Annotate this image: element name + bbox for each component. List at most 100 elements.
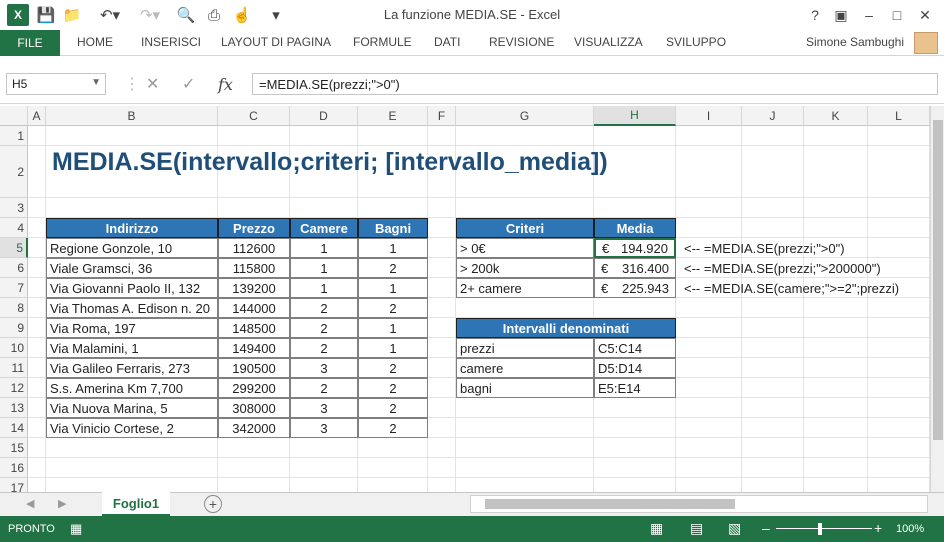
macro-record-icon[interactable]: ▦ [70, 521, 82, 537]
table-cell[interactable]: Via Vinicio Cortese, 2 [46, 418, 218, 438]
row-header-15[interactable]: 15 [0, 438, 28, 458]
column-header-a[interactable]: A [28, 106, 46, 126]
cancel-icon[interactable]: ✕ [146, 73, 159, 95]
row-header-6[interactable]: 6 [0, 258, 28, 278]
h-scroll-thumb[interactable] [485, 499, 735, 509]
tab-visualizza[interactable]: VISUALIZZA [574, 35, 643, 49]
table-cell[interactable]: Via Nuova Marina, 5 [46, 398, 218, 418]
table-cell[interactable]: 190500 [218, 358, 290, 378]
row-header-7[interactable]: 7 [0, 278, 28, 298]
table-cell[interactable]: 112600 [218, 238, 290, 258]
column-header-g[interactable]: G [456, 106, 594, 126]
table-header-cell[interactable]: Camere [290, 218, 358, 238]
table-cell[interactable]: 2 [290, 318, 358, 338]
user-name[interactable]: Simone Sambughi [806, 35, 904, 49]
row-header-4[interactable]: 4 [0, 218, 28, 238]
criteria-value-cell[interactable]: €225.943 [594, 278, 676, 298]
page-break-view-icon[interactable]: ▧ [728, 520, 741, 537]
row-header-17[interactable]: 17 [0, 478, 28, 492]
scroll-thumb[interactable] [933, 120, 943, 440]
row-header-10[interactable]: 10 [0, 338, 28, 358]
table-cell[interactable]: 308000 [218, 398, 290, 418]
table-cell[interactable]: Via Roma, 197 [46, 318, 218, 338]
page-layout-view-icon[interactable]: ▤ [690, 520, 703, 537]
sheet-tab-foglio1[interactable]: Foglio1 [102, 492, 170, 516]
table-cell[interactable]: 144000 [218, 298, 290, 318]
table-cell[interactable]: Regione Gonzole, 10 [46, 238, 218, 258]
add-sheet-icon[interactable]: + [204, 495, 222, 513]
row-header-5[interactable]: 5 [0, 238, 28, 258]
vertical-scrollbar[interactable] [930, 106, 944, 492]
maximize-icon[interactable]: □ [886, 5, 908, 25]
chevron-down-icon[interactable]: ▼ [91, 77, 101, 88]
column-header-b[interactable]: B [46, 106, 218, 126]
zoom-slider[interactable] [776, 528, 872, 529]
column-header-k[interactable]: K [804, 106, 868, 126]
tab-revisione[interactable]: REVISIONE [489, 35, 554, 49]
row-header-8[interactable]: 8 [0, 298, 28, 318]
column-header-f[interactable]: F [428, 106, 456, 126]
zoom-slider-thumb[interactable] [818, 523, 822, 535]
table-cell[interactable]: 3 [290, 398, 358, 418]
table-cell[interactable]: 2 [290, 298, 358, 318]
table-cell[interactable]: 2 [358, 378, 428, 398]
column-header-e[interactable]: E [358, 106, 428, 126]
column-header-d[interactable]: D [290, 106, 358, 126]
minimize-icon[interactable]: – [858, 5, 880, 25]
zoom-out-icon[interactable]: – [762, 520, 770, 536]
named-range-ref[interactable]: D5:D14 [594, 358, 676, 378]
table-cell[interactable]: 2 [358, 258, 428, 278]
tab-sviluppo[interactable]: SVILUPPO [666, 35, 726, 49]
help-icon[interactable]: ? [804, 5, 826, 25]
close-icon[interactable]: ✕ [914, 5, 936, 25]
column-header-l[interactable]: L [868, 106, 930, 126]
name-box[interactable]: H5 ▼ [6, 73, 106, 95]
named-range-ref[interactable]: C5:C14 [594, 338, 676, 358]
avatar[interactable] [914, 32, 938, 54]
table-cell[interactable]: S.s. Amerina Km 7,700 [46, 378, 218, 398]
column-header-j[interactable]: J [742, 106, 804, 126]
table-header-cell[interactable]: Prezzo [218, 218, 290, 238]
row-header-16[interactable]: 16 [0, 458, 28, 478]
table-cell[interactable]: 1 [358, 318, 428, 338]
row-header-3[interactable]: 3 [0, 198, 28, 218]
table-cell[interactable]: 1 [290, 278, 358, 298]
table-cell[interactable]: Via Malamini, 1 [46, 338, 218, 358]
table-cell[interactable]: 148500 [218, 318, 290, 338]
table-cell[interactable]: 2 [290, 378, 358, 398]
table-cell[interactable]: 342000 [218, 418, 290, 438]
insert-function-icon[interactable]: fx [218, 73, 233, 95]
table-cell[interactable]: 1 [290, 258, 358, 278]
table-cell[interactable]: 2 [290, 338, 358, 358]
row-header-1[interactable]: 1 [0, 126, 28, 146]
normal-view-icon[interactable]: ▦ [650, 520, 663, 537]
enter-icon[interactable]: ✓ [182, 73, 195, 95]
criteria-header-cell[interactable]: Criteri [456, 218, 594, 238]
tab-home[interactable]: HOME [77, 35, 113, 49]
ribbon-display-icon[interactable]: ▣ [830, 5, 852, 25]
row-header-14[interactable]: 14 [0, 418, 28, 438]
table-cell[interactable]: 1 [358, 338, 428, 358]
criteria-header-cell[interactable]: Media [594, 218, 676, 238]
table-cell[interactable]: 149400 [218, 338, 290, 358]
table-cell[interactable]: Via Thomas A. Edison n. 20 [46, 298, 218, 318]
table-cell[interactable]: Viale Gramsci, 36 [46, 258, 218, 278]
table-cell[interactable]: 2 [358, 298, 428, 318]
tab-inserisci[interactable]: INSERISCI [141, 35, 201, 49]
table-header-cell[interactable]: Indirizzo [46, 218, 218, 238]
named-range-name[interactable]: bagni [456, 378, 594, 398]
horizontal-scrollbar[interactable] [470, 495, 928, 513]
tab-file[interactable]: FILE [0, 30, 60, 56]
formula-input[interactable]: =MEDIA.SE(prezzi;">0") [252, 73, 938, 95]
tab-formule[interactable]: FORMULE [353, 35, 412, 49]
row-header-2[interactable]: 2 [0, 146, 28, 198]
row-header-13[interactable]: 13 [0, 398, 28, 418]
next-sheet-icon[interactable]: ▶ [58, 497, 66, 510]
row-header-12[interactable]: 12 [0, 378, 28, 398]
column-header-i[interactable]: I [676, 106, 742, 126]
criteria-label-cell[interactable]: > 200k [456, 258, 594, 278]
table-header-cell[interactable]: Bagni [358, 218, 428, 238]
table-cell[interactable]: 1 [358, 238, 428, 258]
named-range-ref[interactable]: E5:E14 [594, 378, 676, 398]
table-cell[interactable]: 299200 [218, 378, 290, 398]
